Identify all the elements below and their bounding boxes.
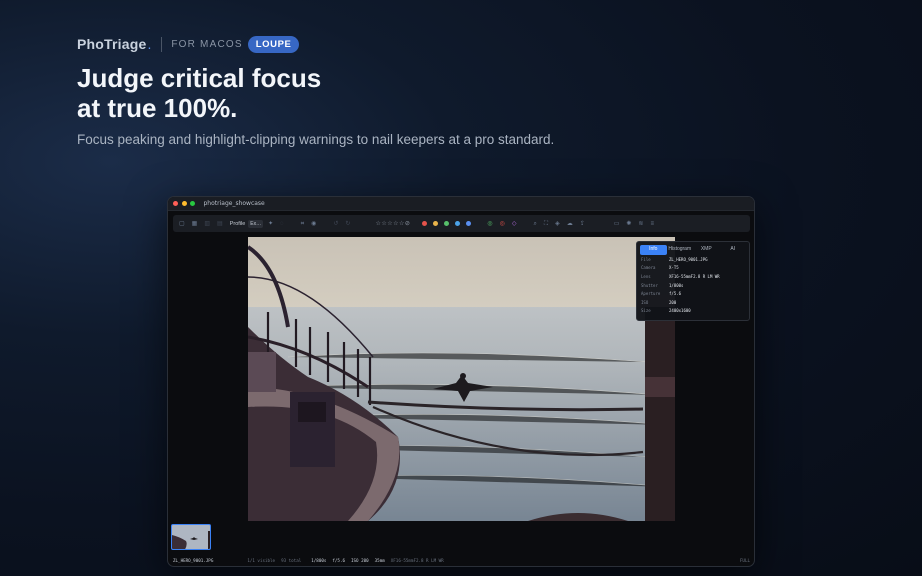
info-panel: Info Histogram XMP AI File ZL_HERO_9001.J… xyxy=(636,241,750,321)
info-key: Lens xyxy=(641,273,651,279)
status-aperture: f/5.6 xyxy=(332,557,345,563)
close-window-button[interactable] xyxy=(173,201,178,206)
thumbnail-artwork xyxy=(172,525,210,549)
pick-flag-icon[interactable]: ◎ xyxy=(487,221,492,227)
status-lens: XF16-55mmF2.8 R LM WR xyxy=(390,557,444,563)
color-label-yellow[interactable] xyxy=(433,221,439,226)
tab-xmp[interactable]: XMP xyxy=(693,245,720,255)
menu-icon[interactable]: ≡ xyxy=(650,221,654,227)
status-shutter: 1/800s xyxy=(311,557,327,563)
color-label-blue[interactable] xyxy=(455,221,461,226)
settings-icon[interactable]: ✺ xyxy=(626,221,631,227)
sparkle-icon[interactable]: ✦ xyxy=(268,221,273,227)
info-row-shutter: Shutter 1/800s xyxy=(637,281,749,290)
info-row-iso: ISO 200 xyxy=(637,298,749,307)
focus-peaking-icon[interactable]: ⌗ xyxy=(301,221,304,227)
info-row-camera: Camera X-T5 xyxy=(637,264,749,273)
color-label-green[interactable] xyxy=(444,221,450,226)
folder-icon[interactable]: ▢ xyxy=(179,221,185,227)
color-label-red[interactable] xyxy=(422,221,428,226)
status-visible: 1/1 visible xyxy=(247,557,276,563)
grid-view-icon[interactable]: ▦ xyxy=(192,221,198,227)
status-total: 93 total xyxy=(281,557,302,563)
info-value: f/5.6 xyxy=(669,291,682,297)
filmstrip-thumbnail[interactable] xyxy=(171,524,211,550)
color-label-purple[interactable] xyxy=(466,221,472,226)
status-focal: 35mm xyxy=(374,557,385,563)
zoom-icon[interactable]: ⌕ xyxy=(533,221,536,227)
tag-icon[interactable]: ◇ xyxy=(512,221,517,227)
rating-stars[interactable]: ☆☆☆☆☆⊘ xyxy=(375,220,410,227)
minimize-window-button[interactable] xyxy=(181,201,187,206)
window-title: photriage_showcase xyxy=(203,200,265,207)
info-value: 1/800s xyxy=(669,282,684,288)
info-key: ISO xyxy=(641,299,649,305)
feature-badge: LOUPE xyxy=(247,35,300,53)
info-value: X-T5 xyxy=(669,265,679,271)
status-filename: ZL_HERO_9001.JPG xyxy=(173,557,214,563)
app-window: photriage_showcase ▢ ▦ ▥ ▤ Profile Ex… ✦… xyxy=(167,196,755,567)
info-row-file: File ZL_HERO_9001.JPG xyxy=(637,255,749,264)
info-key: Shutter xyxy=(641,282,658,288)
fit-icon[interactable]: ⛶ xyxy=(544,221,548,227)
toolbar: ▢ ▦ ▥ ▤ Profile Ex… ✦ ◌ ⌗ ◉ ↺ ↻ ☆☆☆☆☆⊘ ◎… xyxy=(173,215,750,232)
reject-flag-icon[interactable]: ◎ xyxy=(500,221,505,227)
status-iso: ISO 200 xyxy=(351,557,369,563)
pin-icon[interactable]: ◈ xyxy=(555,221,560,227)
platform-label: FOR MACOS xyxy=(171,38,243,50)
info-row-lens: Lens XF16-55mmF2.8 R LM WR xyxy=(637,272,749,281)
info-row-size: Size 2400x1600 xyxy=(637,307,749,316)
headline-line-2: at true 100%. xyxy=(77,93,238,123)
profile-label: Profile xyxy=(229,220,246,227)
info-key: Size xyxy=(641,308,651,314)
rotate-left-icon[interactable]: ↺ xyxy=(333,221,338,227)
info-value: ZL_HERO_9001.JPG xyxy=(669,256,708,262)
status-bar: ZL_HERO_9001.JPG 1/1 visible 93 total 1/… xyxy=(168,554,754,566)
share-icon[interactable]: ⇪ xyxy=(580,221,585,227)
status-zoom[interactable]: FULL xyxy=(740,558,750,563)
zoom-window-button[interactable] xyxy=(190,201,195,206)
info-panel-tabs: Info Histogram XMP AI xyxy=(637,242,749,255)
eye-icon[interactable]: ◉ xyxy=(311,221,316,227)
brand-row: PhoTriage . FOR MACOS LOUPE xyxy=(77,34,300,54)
info-value: 2400x1600 xyxy=(669,308,691,314)
cloud-icon[interactable]: ☁ xyxy=(567,221,573,227)
photo-artwork xyxy=(248,237,675,521)
headline-line-1: Judge critical focus xyxy=(77,63,322,93)
info-key: File xyxy=(641,256,651,262)
info-key: Camera xyxy=(641,265,656,271)
sidebar-toggle-icon[interactable]: ▭ xyxy=(614,221,620,227)
brand-separator xyxy=(161,36,163,52)
filter-icon[interactable]: ◌ xyxy=(280,221,284,227)
subheadline: Focus peaking and highlight-clipping war… xyxy=(77,132,555,147)
tab-info[interactable]: Info xyxy=(640,245,667,255)
info-key: Aperture xyxy=(641,291,661,297)
info-value: XF16-55mmF2.8 R LM WR xyxy=(669,273,720,279)
survey-view-icon[interactable]: ▤ xyxy=(217,221,223,227)
loupe-photo[interactable] xyxy=(248,237,675,521)
headline: Judge critical focus at true 100%. xyxy=(77,63,321,123)
profile-select[interactable]: Ex… xyxy=(248,219,264,228)
tab-ai[interactable]: AI xyxy=(720,245,747,255)
brand-name: PhoTriage xyxy=(77,36,147,52)
title-bar: photriage_showcase xyxy=(168,197,754,211)
rotate-right-icon[interactable]: ↻ xyxy=(345,221,350,227)
info-value: 200 xyxy=(669,299,677,305)
info-row-aperture: Aperture f/5.6 xyxy=(637,289,749,298)
histogram-icon[interactable]: ≋ xyxy=(638,221,643,227)
brand-dot: . xyxy=(147,36,152,52)
tab-histogram[interactable]: Histogram xyxy=(667,245,694,255)
compare-view-icon[interactable]: ▥ xyxy=(204,221,210,227)
